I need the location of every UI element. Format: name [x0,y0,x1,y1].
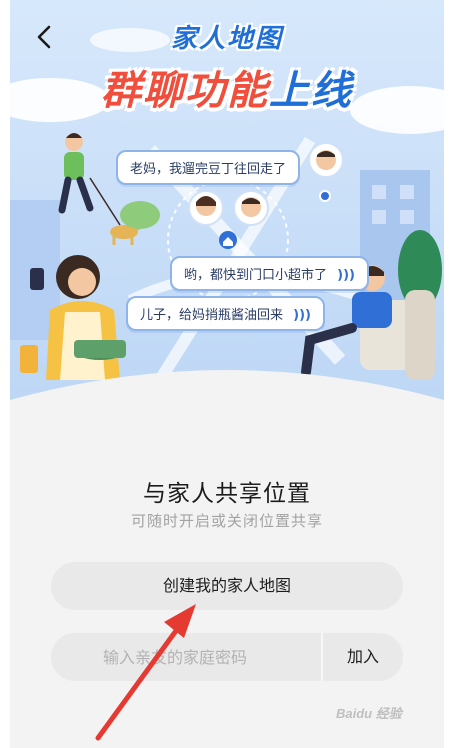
app-screen: 家人地图 群聊功能上线 老妈，我遛完豆丁往回走了 哟，都快到门口小超市了 )))… [10,0,444,748]
hero-title-small: 家人地图 [170,24,283,54]
join-family-form: 加入 [51,633,403,681]
chat-bubble-1-text: 老妈，我遛完豆丁往回走了 [130,162,287,177]
hero-title-big-part2: 上线 [269,68,353,114]
voice-wave-icon: ))) [293,308,311,323]
join-button[interactable]: 加入 [323,633,403,681]
chat-bubble-2: 哟，都快到门口小超市了 ))) [170,256,369,291]
chat-bubble-1: 老妈，我遛完豆丁往回走了 [116,150,301,185]
create-family-map-button[interactable]: 创建我的家人地图 [51,562,403,610]
chat-bubble-3: 儿子，给妈捎瓶酱油回来 ))) [126,296,325,331]
watermark-text: Baidu 经验 [336,706,402,721]
hero-title-big: 群聊功能上线 [10,58,444,116]
share-location-heading: 与家人共享位置 [143,481,311,507]
share-location-subheading: 可随时开启或关闭位置共享 [130,512,323,530]
family-code-input[interactable] [51,633,321,681]
hero-banner: 家人地图 群聊功能上线 老妈，我遛完豆丁往回走了 哟，都快到门口小超市了 )))… [10,0,444,420]
right-border [444,0,455,748]
hero-title-big-part1: 群聊功能 [101,68,269,114]
voice-wave-icon: ))) [337,268,355,283]
chat-bubble-3-text: 儿子，给妈捎瓶酱油回来 [140,308,284,323]
chat-bubble-2-text: 哟，都快到门口小超市了 [184,268,328,283]
left-border [0,0,10,748]
